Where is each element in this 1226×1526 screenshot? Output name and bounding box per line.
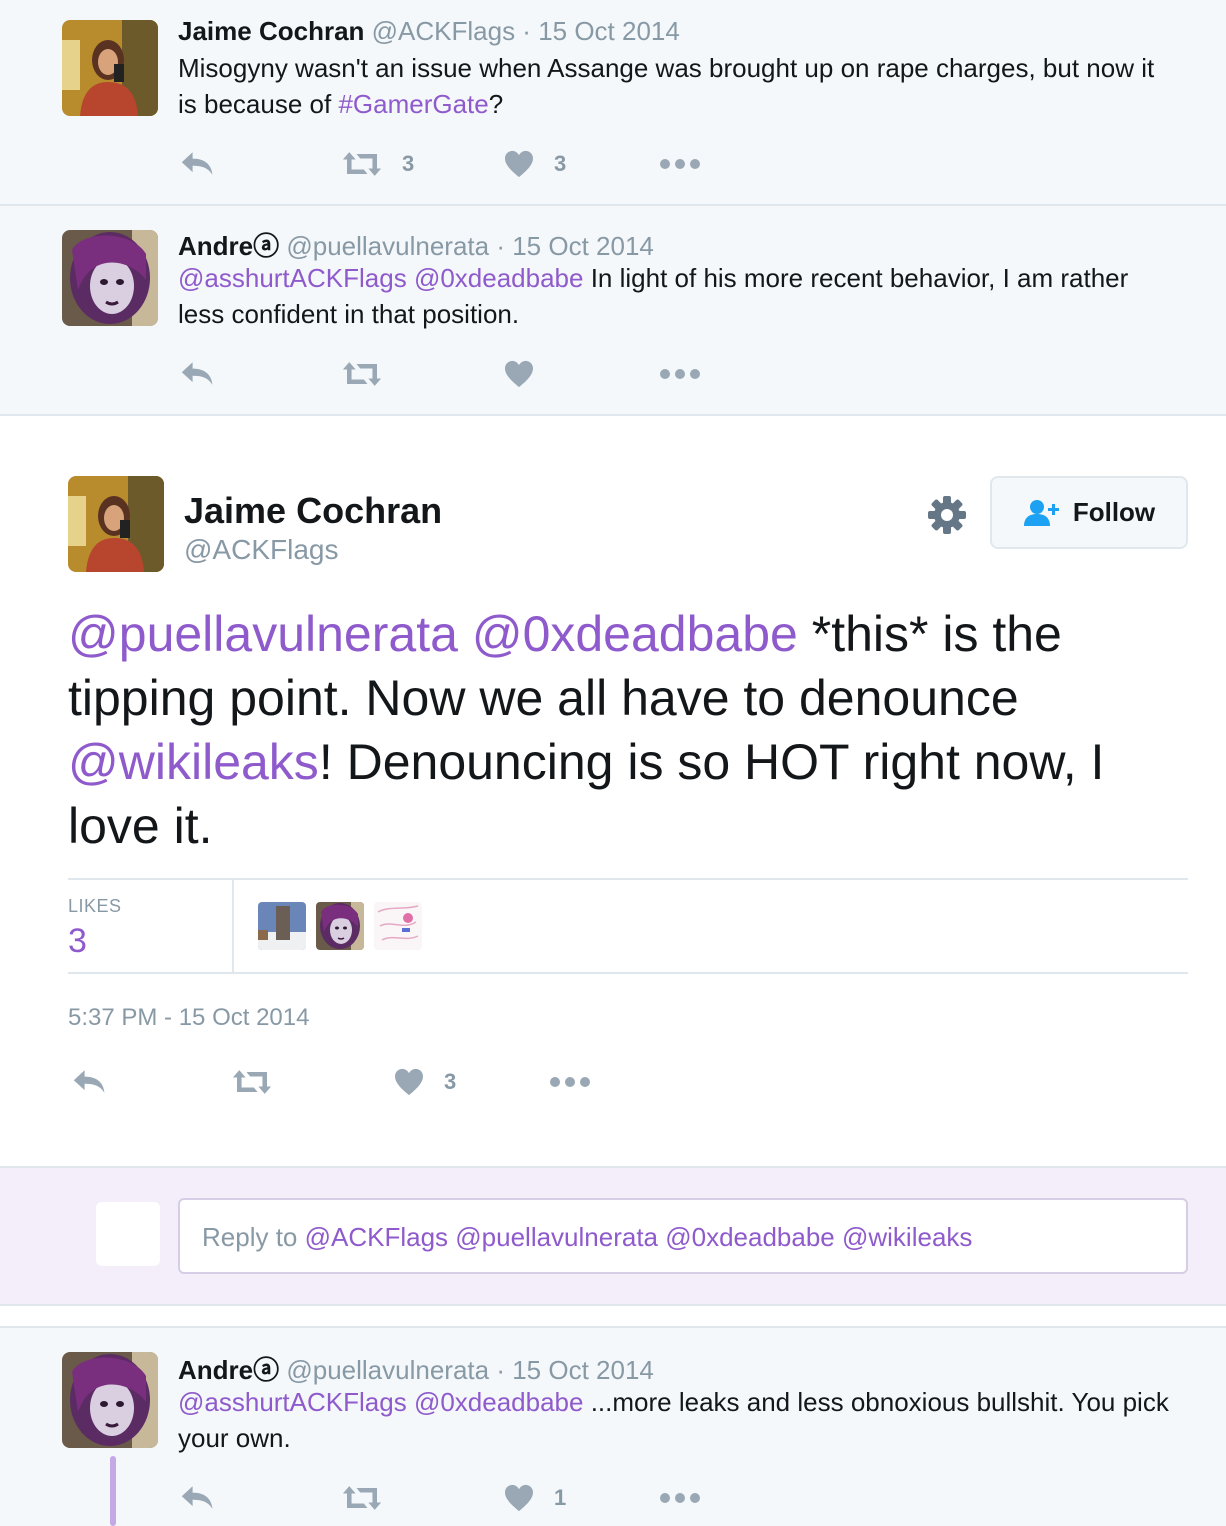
- retweet-icon: [232, 1068, 272, 1096]
- avatar[interactable]: [62, 1352, 158, 1448]
- reply-icon: [180, 360, 216, 388]
- avatar[interactable]: [62, 20, 158, 116]
- mention-link[interactable]: @asshurtACKFlags: [178, 1387, 407, 1417]
- gear-icon[interactable]: [926, 494, 968, 536]
- mention-link[interactable]: @0xdeadbabe: [414, 1387, 584, 1417]
- ancestor-tweet[interactable]: Jaime Cochran @ACKFlags · 15 Oct 2014 Mi…: [0, 0, 1226, 206]
- mention-link[interactable]: @puellavulnerata: [68, 606, 458, 662]
- heart-icon: [394, 1068, 424, 1096]
- tweet-date[interactable]: 15 Oct 2014: [538, 16, 680, 46]
- user-handle[interactable]: @ACKFlags: [184, 534, 338, 566]
- follow-person-icon: [1023, 499, 1059, 526]
- tweet-date[interactable]: 15 Oct 2014: [512, 231, 654, 261]
- hashtag-link[interactable]: #GamerGate: [338, 89, 488, 119]
- heart-icon: [504, 1484, 534, 1512]
- retweet-icon: [342, 1484, 382, 1512]
- mention-link[interactable]: @asshurtACKFlags: [178, 263, 407, 293]
- tweet-actions: 3 3: [178, 144, 778, 184]
- tweet-actions: [178, 354, 778, 394]
- like-button[interactable]: [504, 354, 534, 394]
- text-segment: ?: [488, 89, 504, 119]
- user-name[interactable]: Jaime Cochran: [184, 490, 442, 532]
- reply-button[interactable]: [180, 1478, 216, 1518]
- reply-icon: [180, 1484, 216, 1512]
- retweet-button[interactable]: [232, 1062, 272, 1102]
- reply-button[interactable]: [72, 1062, 108, 1102]
- like-button[interactable]: 1: [504, 1478, 566, 1518]
- tweet-text: @asshurtACKFlags @0xdeadbabe In light of…: [178, 260, 1178, 332]
- user-handle[interactable]: @puellavulnerata: [286, 231, 489, 261]
- separator: ·: [515, 16, 539, 46]
- more-button[interactable]: [660, 144, 700, 184]
- more-icon: [660, 1492, 700, 1504]
- reply-input[interactable]: Reply to @ACKFlags @puellavulnerata @0xd…: [178, 1198, 1188, 1274]
- retweet-icon: [342, 360, 382, 388]
- liker-avatar[interactable]: [316, 902, 364, 950]
- tweet-actions: 1: [178, 1478, 778, 1518]
- tweet-header: Jaime Cochran @ACKFlags · 15 Oct 2014: [178, 16, 680, 47]
- likes-count[interactable]: 3: [68, 922, 87, 961]
- tweet-actions: 3: [68, 1062, 668, 1102]
- user-handle[interactable]: @puellavulnerata: [286, 1355, 489, 1385]
- heart-icon: [504, 150, 534, 178]
- user-name[interactable]: Andreⓐ: [178, 231, 279, 261]
- tweet-header: Andreⓐ @puellavulnerata · 15 Oct 2014: [178, 1350, 654, 1387]
- reply-button[interactable]: [180, 144, 216, 184]
- like-button[interactable]: 3: [394, 1062, 456, 1102]
- retweet-button[interactable]: 3: [342, 144, 414, 184]
- avatar[interactable]: [62, 230, 158, 326]
- like-count: 3: [444, 1069, 457, 1094]
- reply-icon: [180, 150, 216, 178]
- tweet-text: Misogyny wasn't an issue when Assange wa…: [178, 50, 1178, 122]
- reply-button[interactable]: [180, 354, 216, 394]
- retweet-icon: [342, 150, 382, 178]
- more-icon: [660, 158, 700, 170]
- separator: ·: [489, 231, 513, 261]
- reply-tweet[interactable]: Andreⓐ @puellavulnerata · 15 Oct 2014 @a…: [0, 1326, 1226, 1526]
- follow-label: Follow: [1072, 497, 1156, 527]
- liker-avatar[interactable]: [374, 902, 422, 950]
- liker-avatar[interactable]: [258, 902, 306, 950]
- tweet-timestamp: 5:37 PM - 15 Oct 2014: [68, 1004, 310, 1031]
- tweet-text: @puellavulnerata @0xdeadbabe *this* is t…: [68, 602, 1198, 858]
- tweet-header: Andreⓐ @puellavulnerata · 15 Oct 2014: [178, 226, 654, 263]
- likes-label[interactable]: LIKES: [68, 896, 122, 917]
- stats-divider: [232, 880, 234, 972]
- current-user-avatar: [96, 1202, 160, 1266]
- more-icon: [550, 1076, 590, 1088]
- like-count: 3: [554, 151, 567, 176]
- user-name[interactable]: Jaime Cochran: [178, 16, 364, 46]
- avatar[interactable]: [68, 476, 164, 572]
- user-name[interactable]: Andreⓐ: [178, 1355, 279, 1385]
- tweet-text: @asshurtACKFlags @0xdeadbabe ...more lea…: [178, 1384, 1178, 1456]
- more-icon: [660, 368, 700, 380]
- heart-icon: [504, 360, 534, 388]
- separator: ·: [489, 1355, 513, 1385]
- retweet-button[interactable]: [342, 354, 382, 394]
- follow-button[interactable]: Follow: [990, 476, 1188, 549]
- like-button[interactable]: 3: [504, 144, 566, 184]
- more-button[interactable]: [660, 1478, 700, 1518]
- mention-link[interactable]: @wikileaks: [68, 734, 319, 790]
- reply-placeholder-mentions: @ACKFlags @puellavulnerata @0xdeadbabe @…: [304, 1222, 973, 1252]
- retweet-button[interactable]: [342, 1478, 382, 1518]
- mention-link[interactable]: @0xdeadbabe: [414, 263, 584, 293]
- more-button[interactable]: [550, 1062, 590, 1102]
- more-button[interactable]: [660, 354, 700, 394]
- tweet-date[interactable]: 15 Oct 2014: [512, 1355, 654, 1385]
- ancestor-tweet[interactable]: Andreⓐ @puellavulnerata · 15 Oct 2014 @a…: [0, 206, 1226, 416]
- retweet-count: 3: [402, 151, 415, 176]
- reply-composer: Reply to @ACKFlags @puellavulnerata @0xd…: [0, 1166, 1226, 1306]
- tweet-stats: LIKES 3: [68, 878, 1188, 974]
- permalink-tweet: Jaime Cochran @ACKFlags Follow @puellavu…: [0, 416, 1226, 1166]
- reply-icon: [72, 1068, 108, 1096]
- like-count: 1: [554, 1485, 567, 1510]
- user-handle[interactable]: @ACKFlags: [372, 16, 515, 46]
- mention-link[interactable]: @0xdeadbabe: [472, 606, 798, 662]
- reply-placeholder-prefix: Reply to: [202, 1222, 305, 1252]
- text-segment: Misogyny wasn't an issue when Assange wa…: [178, 53, 1155, 119]
- thread-connector: [110, 1456, 116, 1526]
